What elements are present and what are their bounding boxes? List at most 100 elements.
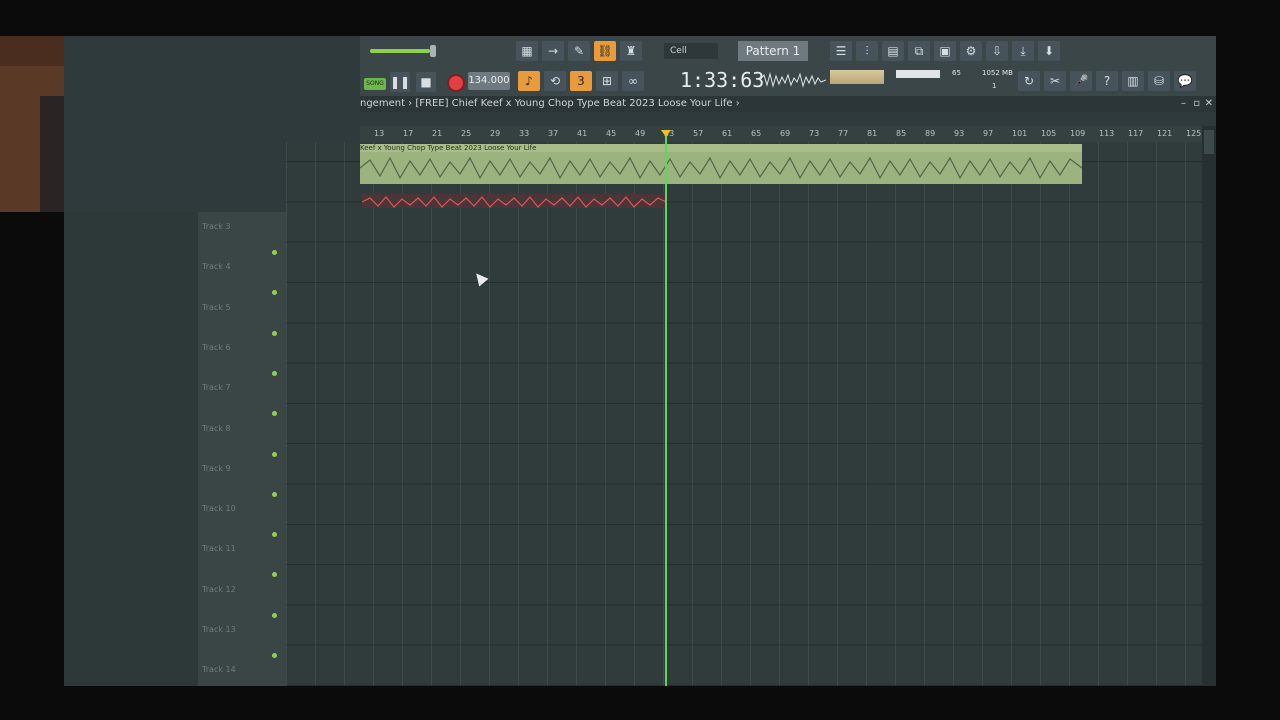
chat-icon[interactable]: 💬	[1174, 71, 1196, 91]
maximize-icon[interactable]: ▫	[1193, 96, 1200, 112]
memory-value: 1052 MB	[982, 69, 1013, 77]
track-mute-led[interactable]	[272, 532, 277, 538]
loop-record-icon[interactable]: ∞	[622, 71, 644, 91]
track-mute-led[interactable]	[272, 250, 277, 255]
track-mute-led[interactable]	[272, 411, 277, 417]
stamp-icon[interactable]: ♜	[620, 41, 642, 61]
pattern-label: Pattern 1	[745, 44, 801, 58]
browser-panel	[64, 212, 198, 686]
audio-clip-label: Keef x Young Chop Type Beat 2023 Loose Y…	[360, 144, 1082, 152]
ruler-mark: 25	[461, 129, 472, 138]
playhead-marker-icon[interactable]	[661, 130, 671, 137]
track-mute-led[interactable]	[272, 572, 277, 578]
pencil-icon[interactable]: ✎	[568, 41, 590, 61]
step-edit-icon[interactable]: ⊞	[596, 71, 618, 91]
tempo-value: 134.000	[468, 75, 510, 86]
ruler-mark: 93	[954, 129, 965, 138]
song-mode-label: SONG	[366, 80, 384, 87]
pattern-selector[interactable]: Pattern 1	[738, 41, 808, 61]
help-icon[interactable]: ?	[1096, 71, 1118, 91]
playlist-grid[interactable]	[286, 142, 1202, 686]
ruler-mark: 113	[1099, 129, 1115, 138]
audio-clip[interactable]: Keef x Young Chop Type Beat 2023 Loose Y…	[360, 144, 1082, 184]
plugin-icon[interactable]: ▣	[934, 41, 956, 61]
cpu-value: 65	[952, 69, 961, 77]
track-name[interactable]: Track 12	[202, 585, 236, 594]
ruler-mark: 57	[693, 129, 704, 138]
ruler-mark: 33	[519, 129, 530, 138]
vertical-scrollbar[interactable]	[1202, 126, 1216, 686]
minimize-icon[interactable]: –	[1181, 96, 1186, 112]
disk-icon[interactable]: ▥	[1122, 71, 1144, 91]
ruler-mark: 29	[490, 129, 501, 138]
track-mute-led[interactable]	[272, 491, 277, 497]
track-name[interactable]: Track 5	[202, 303, 231, 312]
playlist-icon[interactable]: ☰	[830, 41, 852, 61]
ruler-mark: 45	[606, 129, 617, 138]
scrollbar-thumb[interactable]	[1204, 130, 1214, 154]
link-icon[interactable]: ⛓	[594, 41, 616, 61]
cpu-icon[interactable]: ⚙	[960, 41, 982, 61]
snap-selector[interactable]: Cell	[664, 43, 718, 59]
browser-icon[interactable]: ⧉	[908, 41, 930, 61]
track-mute-led[interactable]	[272, 612, 277, 618]
track-name[interactable]: Track 14	[202, 665, 236, 674]
export-icon[interactable]: ⇩	[986, 41, 1008, 61]
track-name[interactable]: Track 9	[202, 464, 231, 473]
track-name[interactable]: Track 7	[202, 383, 231, 392]
ruler-mark: 77	[838, 129, 849, 138]
song-mode-toggle[interactable]: SONG	[364, 78, 386, 90]
track-name[interactable]: Track 4	[202, 262, 231, 271]
piano-icon[interactable]: ▦	[516, 41, 538, 61]
ruler-mark: 97	[983, 129, 994, 138]
oscilloscope-icon	[760, 72, 826, 88]
ruler-mark: 121	[1157, 129, 1173, 138]
ruler-mark: 17	[403, 129, 414, 138]
track-name[interactable]: Track 6	[202, 343, 231, 352]
ruler-mark: 117	[1128, 129, 1144, 138]
save-icon[interactable]: ⤓	[1012, 41, 1034, 61]
ruler-mark: 21	[432, 129, 443, 138]
stop-icon[interactable]: ■	[416, 72, 436, 92]
track-mute-led[interactable]	[272, 330, 277, 336]
track-mute-led[interactable]	[272, 451, 277, 457]
pause-icon[interactable]: ❚❚	[390, 72, 410, 92]
track-name[interactable]: Track 8	[202, 424, 231, 433]
record-button[interactable]	[447, 74, 465, 92]
track-mute-led[interactable]	[272, 290, 277, 296]
metronome-icon[interactable]: ♪	[518, 71, 540, 91]
red-audio-clip[interactable]	[361, 194, 667, 208]
countdown-icon[interactable]: 3	[570, 71, 592, 91]
playhead-line[interactable]	[665, 130, 667, 686]
mixer-icon[interactable]: ⫶	[856, 41, 878, 61]
peak-meter	[830, 70, 884, 84]
track-name[interactable]: Track 10	[202, 504, 236, 513]
master-volume-knob[interactable]	[430, 45, 436, 57]
track-name[interactable]: Track 13	[202, 625, 236, 634]
track-name[interactable]: Track 3	[202, 222, 231, 231]
ruler-mark: 73	[809, 129, 820, 138]
master-volume-slider[interactable]	[370, 49, 430, 53]
mic-icon[interactable]: 🎤	[1070, 71, 1092, 91]
red-waveform	[361, 196, 667, 208]
tempo-display[interactable]: 134.000	[468, 72, 510, 90]
ruler-mark: 49	[635, 129, 646, 138]
song-time-display[interactable]: 1:33:63	[680, 68, 764, 92]
track-name[interactable]: Track 11	[202, 544, 236, 553]
ruler-mark: 81	[867, 129, 878, 138]
track-headers: Track 3 Track 4 Track 5 Track 6 Track 7 Track…	[198, 212, 286, 686]
tools-icon[interactable]: ✂	[1044, 71, 1066, 91]
track-mute-led[interactable]	[272, 653, 277, 658]
arrow-icon[interactable]: →	[542, 41, 564, 61]
ruler-mark: 69	[780, 129, 791, 138]
timeline-ruler[interactable]: 13 17 21 25 29 33 37 41 45 49 53 57 61 65 69 73 77 81 85 89…	[360, 126, 1202, 142]
close-icon[interactable]: ✕	[1205, 96, 1213, 112]
track-mute-led[interactable]	[272, 370, 277, 376]
main-toolbar: ▦ → ✎ ⛓ ♜ Cell Pattern 1 ☰ ⫶ ▤ ⧉ ▣ ⚙ ⇩ ⤓…	[360, 36, 1216, 97]
render-icon[interactable]: ⛁	[1148, 71, 1170, 91]
refresh-icon[interactable]: ↻	[1018, 71, 1040, 91]
channel-rack-icon[interactable]: ▤	[882, 41, 904, 61]
wait-icon[interactable]: ⟲	[544, 71, 566, 91]
fl-studio-window: ▦ → ✎ ⛓ ♜ Cell Pattern 1 ☰ ⫶ ▤ ⧉ ▣ ⚙ ⇩ ⤓…	[64, 36, 1216, 686]
download-icon[interactable]: ⬇	[1038, 41, 1060, 61]
